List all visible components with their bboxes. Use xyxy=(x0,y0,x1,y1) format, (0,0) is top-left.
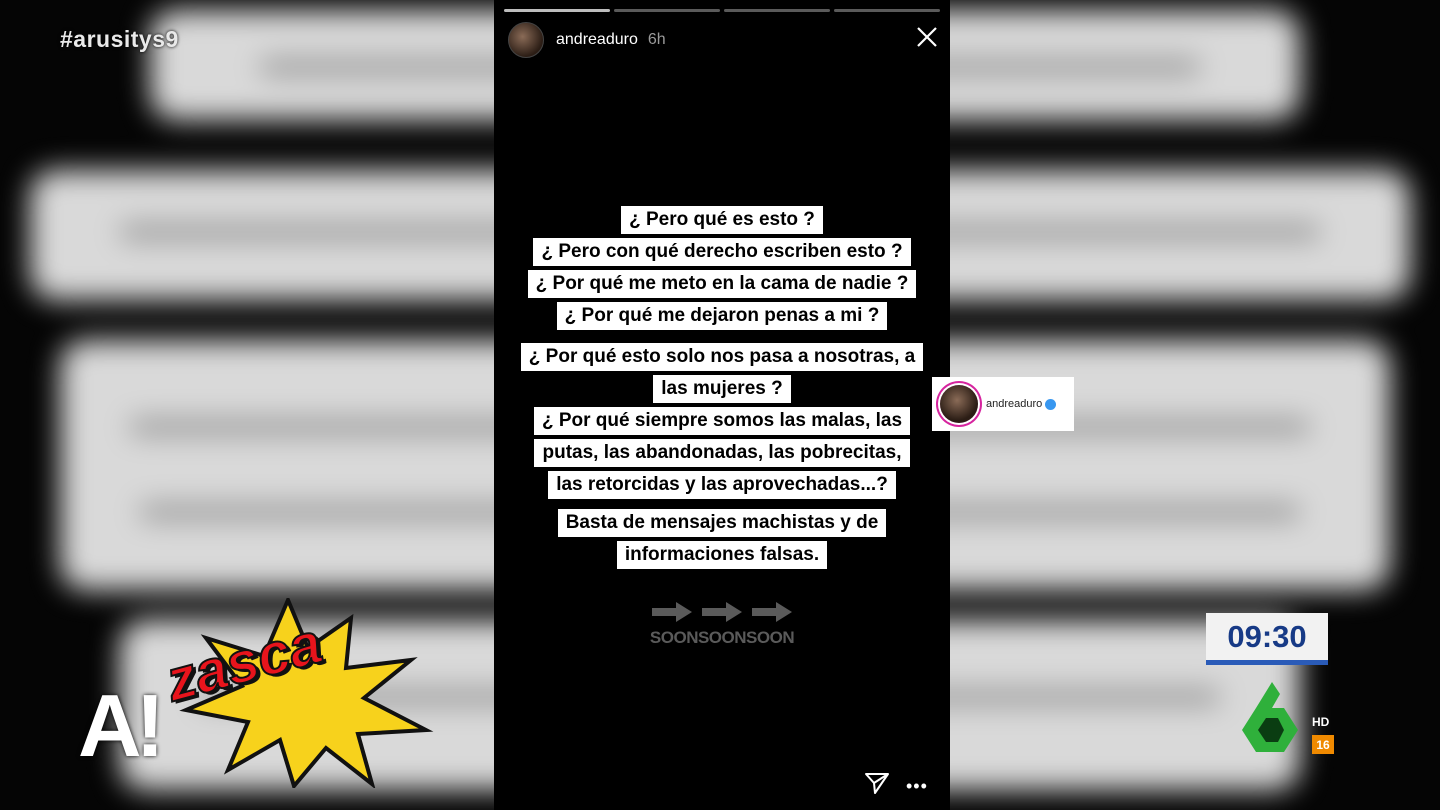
story-username[interactable]: andreaduro xyxy=(556,31,638,49)
soon-text: SOONSOONSOON xyxy=(649,628,795,647)
clock-time: 09:30 xyxy=(1227,618,1307,654)
story-paragraph-2: ¿ Por qué esto solo nos pasa a nosotras,… xyxy=(494,341,950,501)
mention-username: andreaduro xyxy=(986,398,1057,410)
story-text-line: ¿ Por qué me meto en la cama de nadie ? xyxy=(527,270,917,298)
show-logo-a: A! xyxy=(78,676,165,775)
story-text-line: ¿ Pero con qué derecho escriben esto ? xyxy=(533,238,911,266)
story-progress-bar xyxy=(504,9,940,12)
story-text-line: ¿ Por qué me dejaron penas a mi ? xyxy=(556,302,888,330)
story-text-line: Basta de mensajes machistas y de xyxy=(557,509,887,537)
story-text-line: ¿ Por qué siempre somos las malas, las xyxy=(533,407,911,435)
story-text-line: las mujeres ? xyxy=(653,375,791,403)
story-header: andreaduro 6h xyxy=(508,22,666,58)
story-time: 6h xyxy=(647,31,666,48)
story-text-line: ¿ Por qué esto solo nos pasa a nosotras,… xyxy=(520,343,924,371)
clock-badge: 09:30 xyxy=(1206,613,1328,665)
story-paragraph-3: Basta de mensajes machistas y de informa… xyxy=(494,507,950,571)
avatar[interactable] xyxy=(508,22,544,58)
arrow-right-icon xyxy=(702,602,742,622)
age-rating-badge: 16 xyxy=(1312,735,1334,754)
progress-segment xyxy=(724,9,830,12)
arrow-right-icon xyxy=(652,602,692,622)
story-text-line: ¿ Pero qué es esto ? xyxy=(621,206,823,234)
hashtag-label: #arusitys9 xyxy=(60,26,179,52)
story-text-line: informaciones falsas. xyxy=(616,541,828,569)
mention-sticker[interactable]: andreaduro xyxy=(932,377,1074,431)
progress-segment xyxy=(834,9,940,12)
verified-badge-icon xyxy=(1045,398,1057,410)
soon-sticker: SOONSOONSOON xyxy=(646,600,798,648)
story-text-line: putas, las abandonadas, las pobrecitas, xyxy=(534,439,910,467)
avatar xyxy=(940,385,978,423)
progress-segment xyxy=(614,9,720,12)
story-text-line: las retorcidas y las aprovechadas...? xyxy=(548,471,896,499)
close-icon[interactable] xyxy=(916,26,938,48)
hd-label: HD xyxy=(1312,715,1330,729)
more-options-icon[interactable]: ••• xyxy=(906,776,928,797)
instagram-story[interactable]: andreaduro 6h ¿ Pero qué es esto ? ¿ Per… xyxy=(494,0,950,810)
story-paragraph-1: ¿ Pero qué es esto ? ¿ Pero con qué dere… xyxy=(494,204,950,332)
send-icon[interactable] xyxy=(864,771,890,795)
progress-segment xyxy=(504,9,610,12)
arrow-right-icon xyxy=(752,602,792,622)
channel-logo-icon xyxy=(1242,682,1298,752)
